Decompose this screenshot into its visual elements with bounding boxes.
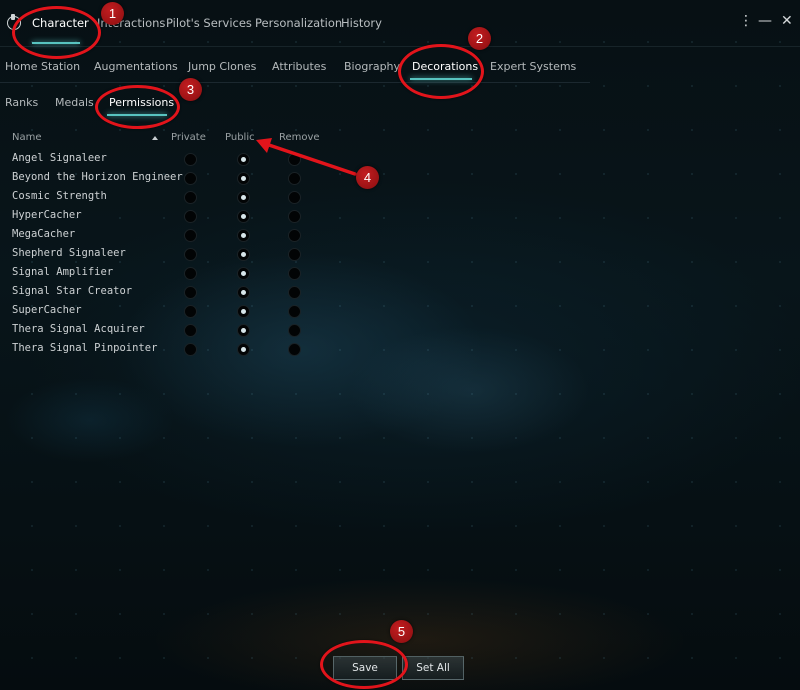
private-radio[interactable] [184, 229, 197, 242]
annotation-marker: 5 [390, 620, 413, 643]
decoration-name: Angel Signaleer [12, 152, 107, 164]
annotation-marker: 3 [179, 78, 202, 101]
decoration-name: SuperCacher [12, 304, 82, 316]
table-row: SuperCacher [0, 302, 330, 321]
table-row: HyperCacher [0, 207, 330, 226]
tab-personalization[interactable]: Personalization [255, 16, 342, 30]
tab-expert-systems[interactable]: Expert Systems [490, 60, 576, 73]
annotation-marker: 2 [468, 27, 491, 50]
public-radio[interactable] [237, 343, 250, 356]
tab-home-station[interactable]: Home Station [5, 60, 80, 73]
remove-radio[interactable] [288, 210, 301, 223]
decoration-name: Thera Signal Acquirer [12, 323, 145, 335]
public-radio[interactable] [237, 229, 250, 242]
minimize-icon[interactable]: — [758, 13, 772, 29]
table-row: Thera Signal Pinpointer [0, 340, 330, 359]
decoration-name: Signal Amplifier [12, 266, 114, 278]
private-radio[interactable] [184, 343, 197, 356]
table-row: Cosmic Strength [0, 188, 330, 207]
private-radio[interactable] [184, 286, 197, 299]
table-row: Thera Signal Acquirer [0, 321, 330, 340]
tab-attributes[interactable]: Attributes [272, 60, 326, 73]
column-header-name[interactable]: Name [12, 132, 42, 143]
close-icon[interactable]: ✕ [781, 13, 793, 29]
public-radio[interactable] [237, 286, 250, 299]
remove-radio[interactable] [288, 343, 301, 356]
annotation-ring [398, 44, 484, 99]
private-radio[interactable] [184, 267, 197, 280]
tab-ranks[interactable]: Ranks [5, 96, 38, 109]
column-header-private: Private [171, 132, 206, 143]
remove-radio[interactable] [288, 324, 301, 337]
remove-radio[interactable] [288, 191, 301, 204]
annotation-marker: 4 [356, 166, 379, 189]
sort-ascending-icon [152, 136, 158, 140]
decoration-name: Thera Signal Pinpointer [12, 342, 158, 354]
public-radio[interactable] [237, 172, 250, 185]
table-row: MegaCacher [0, 226, 330, 245]
annotation-marker: 1 [101, 2, 124, 25]
private-radio[interactable] [184, 248, 197, 261]
decoration-name: Cosmic Strength [12, 190, 107, 202]
remove-radio[interactable] [288, 267, 301, 280]
decoration-name: Shepherd Signaleer [12, 247, 126, 259]
tab-jump-clones[interactable]: Jump Clones [188, 60, 256, 73]
private-radio[interactable] [184, 324, 197, 337]
table-row: Signal Amplifier [0, 264, 330, 283]
public-radio[interactable] [237, 191, 250, 204]
divider [0, 82, 590, 83]
public-radio[interactable] [237, 210, 250, 223]
decoration-name: HyperCacher [12, 209, 82, 221]
private-radio[interactable] [184, 305, 197, 318]
tab-pilots-services[interactable]: Pilot's Services [166, 16, 252, 30]
private-radio[interactable] [184, 153, 197, 166]
remove-radio[interactable] [288, 248, 301, 261]
decoration-name: MegaCacher [12, 228, 76, 240]
divider [0, 46, 800, 47]
annotation-ring [95, 85, 180, 129]
public-radio[interactable] [237, 153, 250, 166]
tab-augmentations[interactable]: Augmentations [94, 60, 178, 73]
annotation-ring [12, 6, 101, 59]
decoration-name: Signal Star Creator [12, 285, 133, 297]
public-radio[interactable] [237, 305, 250, 318]
private-radio[interactable] [184, 172, 197, 185]
decoration-name: Beyond the Horizon Engineer [12, 171, 183, 183]
public-radio[interactable] [237, 248, 250, 261]
tab-history[interactable]: History [341, 16, 382, 30]
private-radio[interactable] [184, 210, 197, 223]
set-all-button[interactable]: Set All [402, 656, 464, 680]
table-row: Shepherd Signaleer [0, 245, 330, 264]
remove-radio[interactable] [288, 305, 301, 318]
tab-medals[interactable]: Medals [55, 96, 94, 109]
annotation-ring [320, 640, 408, 689]
table-row: Signal Star Creator [0, 283, 330, 302]
annotation-arrow [256, 138, 357, 176]
remove-radio[interactable] [288, 286, 301, 299]
private-radio[interactable] [184, 191, 197, 204]
public-radio[interactable] [237, 267, 250, 280]
tab-biography[interactable]: Biography [344, 60, 400, 73]
public-radio[interactable] [237, 324, 250, 337]
more-options-icon[interactable]: ⋮ [739, 13, 753, 29]
remove-radio[interactable] [288, 229, 301, 242]
